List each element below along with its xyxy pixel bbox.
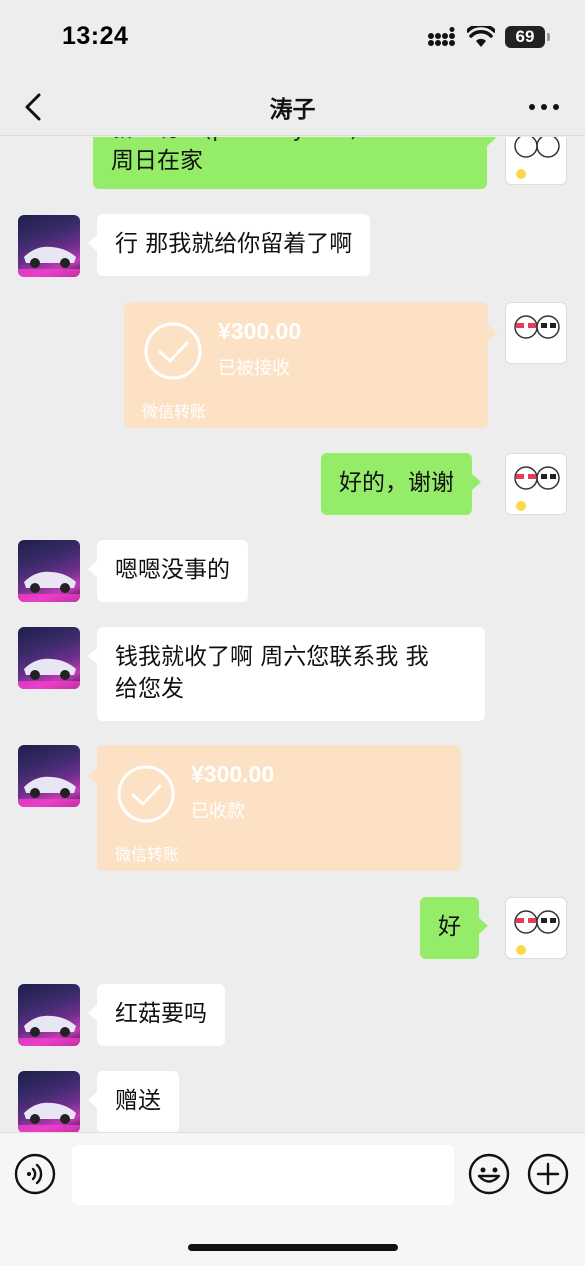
- transfer-card-received[interactable]: ¥300.00 已收款 微信转账: [88, 745, 461, 871]
- check-circle-icon: [117, 765, 175, 823]
- signal-icon: [428, 27, 455, 46]
- message-bubble-contact[interactable]: 行 那我就给你留着了啊: [87, 214, 371, 276]
- message-bubble-contact[interactable]: 钱我就收了啊 周六您联系我 我 给您发: [88, 627, 485, 721]
- transfer-card-sent[interactable]: ¥300.00 已被接收 微信转账: [124, 302, 497, 428]
- transfer-label: 微信转账: [115, 845, 180, 864]
- sports-car-icon: [18, 571, 80, 602]
- sports-car-icon: [18, 246, 80, 277]
- status-time: 13:24: [62, 22, 129, 50]
- couple-sketch-icon: [514, 466, 560, 511]
- transfer-amount: ¥300.00: [191, 761, 275, 787]
- message-text: 好的，谢谢: [339, 470, 454, 496]
- message-text: 行 那我就给你留着了啊: [115, 231, 353, 257]
- sports-car-icon: [18, 658, 80, 689]
- avatar-contact[interactable]: [18, 1071, 80, 1132]
- message-text: 嗯嗯没事的: [115, 557, 230, 583]
- wifi-icon: [467, 26, 495, 47]
- message-text: 赠送: [115, 1088, 161, 1114]
- more-dots-icon[interactable]: [527, 92, 561, 122]
- avatar-me[interactable]: [505, 897, 567, 959]
- couple-sketch-icon: [514, 910, 560, 955]
- message-input[interactable]: [72, 1145, 454, 1205]
- avatar-me[interactable]: [505, 302, 567, 364]
- sports-car-icon: [18, 1015, 80, 1046]
- message-bubble-me[interactable]: 好: [420, 897, 488, 959]
- message-text: 好: [438, 914, 461, 940]
- status-icons: 69: [427, 26, 550, 48]
- message-bubble-contact[interactable]: 赠送: [88, 1071, 179, 1132]
- battery-indicator: 69: [505, 26, 550, 48]
- message-bubble-me[interactable]: 新…有…(partially cut)… 周日在家: [93, 137, 496, 189]
- avatar-contact[interactable]: [18, 627, 80, 689]
- avatar-me[interactable]: [505, 137, 567, 185]
- home-indicator[interactable]: [188, 1244, 398, 1251]
- couple-sketch-icon: [514, 315, 560, 339]
- status-bar: 13:24 69: [0, 0, 585, 78]
- message-bubble-contact[interactable]: 红菇要吗: [88, 984, 225, 1046]
- transfer-status: 已收款: [191, 801, 245, 822]
- nav-bar: 涛子: [0, 78, 585, 136]
- avatar-contact[interactable]: [18, 540, 80, 602]
- sports-car-icon: [18, 1102, 80, 1132]
- emoji-icon[interactable]: [468, 1153, 510, 1195]
- plus-icon[interactable]: [527, 1153, 569, 1195]
- avatar-contact[interactable]: [18, 745, 80, 807]
- transfer-status: 已被接收: [218, 358, 290, 379]
- transfer-label: 微信转账: [142, 402, 207, 421]
- chat-message-list[interactable]: 新…有…(partially cut)… 周日在家 行 那我就给你留着了啊 ¥3…: [0, 137, 585, 1132]
- avatar-contact[interactable]: [18, 984, 80, 1046]
- avatar-contact[interactable]: [18, 215, 80, 277]
- check-circle-icon: [144, 322, 202, 380]
- message-bubble-contact[interactable]: 嗯嗯没事的: [88, 540, 248, 602]
- transfer-amount: ¥300.00: [218, 318, 302, 344]
- message-bubble-me[interactable]: 好的，谢谢: [321, 453, 481, 515]
- chat-title: 涛子: [269, 97, 316, 123]
- avatar-me[interactable]: [505, 453, 567, 515]
- voice-icon[interactable]: [14, 1153, 56, 1195]
- couple-sketch-icon: [514, 137, 560, 179]
- sports-car-icon: [18, 776, 80, 807]
- message-text: 红菇要吗: [115, 1001, 207, 1027]
- message-text: 周日在家: [111, 148, 203, 174]
- message-text: 给您发: [115, 676, 184, 702]
- message-text-cut: 新…有…(partially cut)…: [111, 137, 469, 145]
- message-text: 钱我就收了啊 周六您联系我 我: [115, 644, 429, 670]
